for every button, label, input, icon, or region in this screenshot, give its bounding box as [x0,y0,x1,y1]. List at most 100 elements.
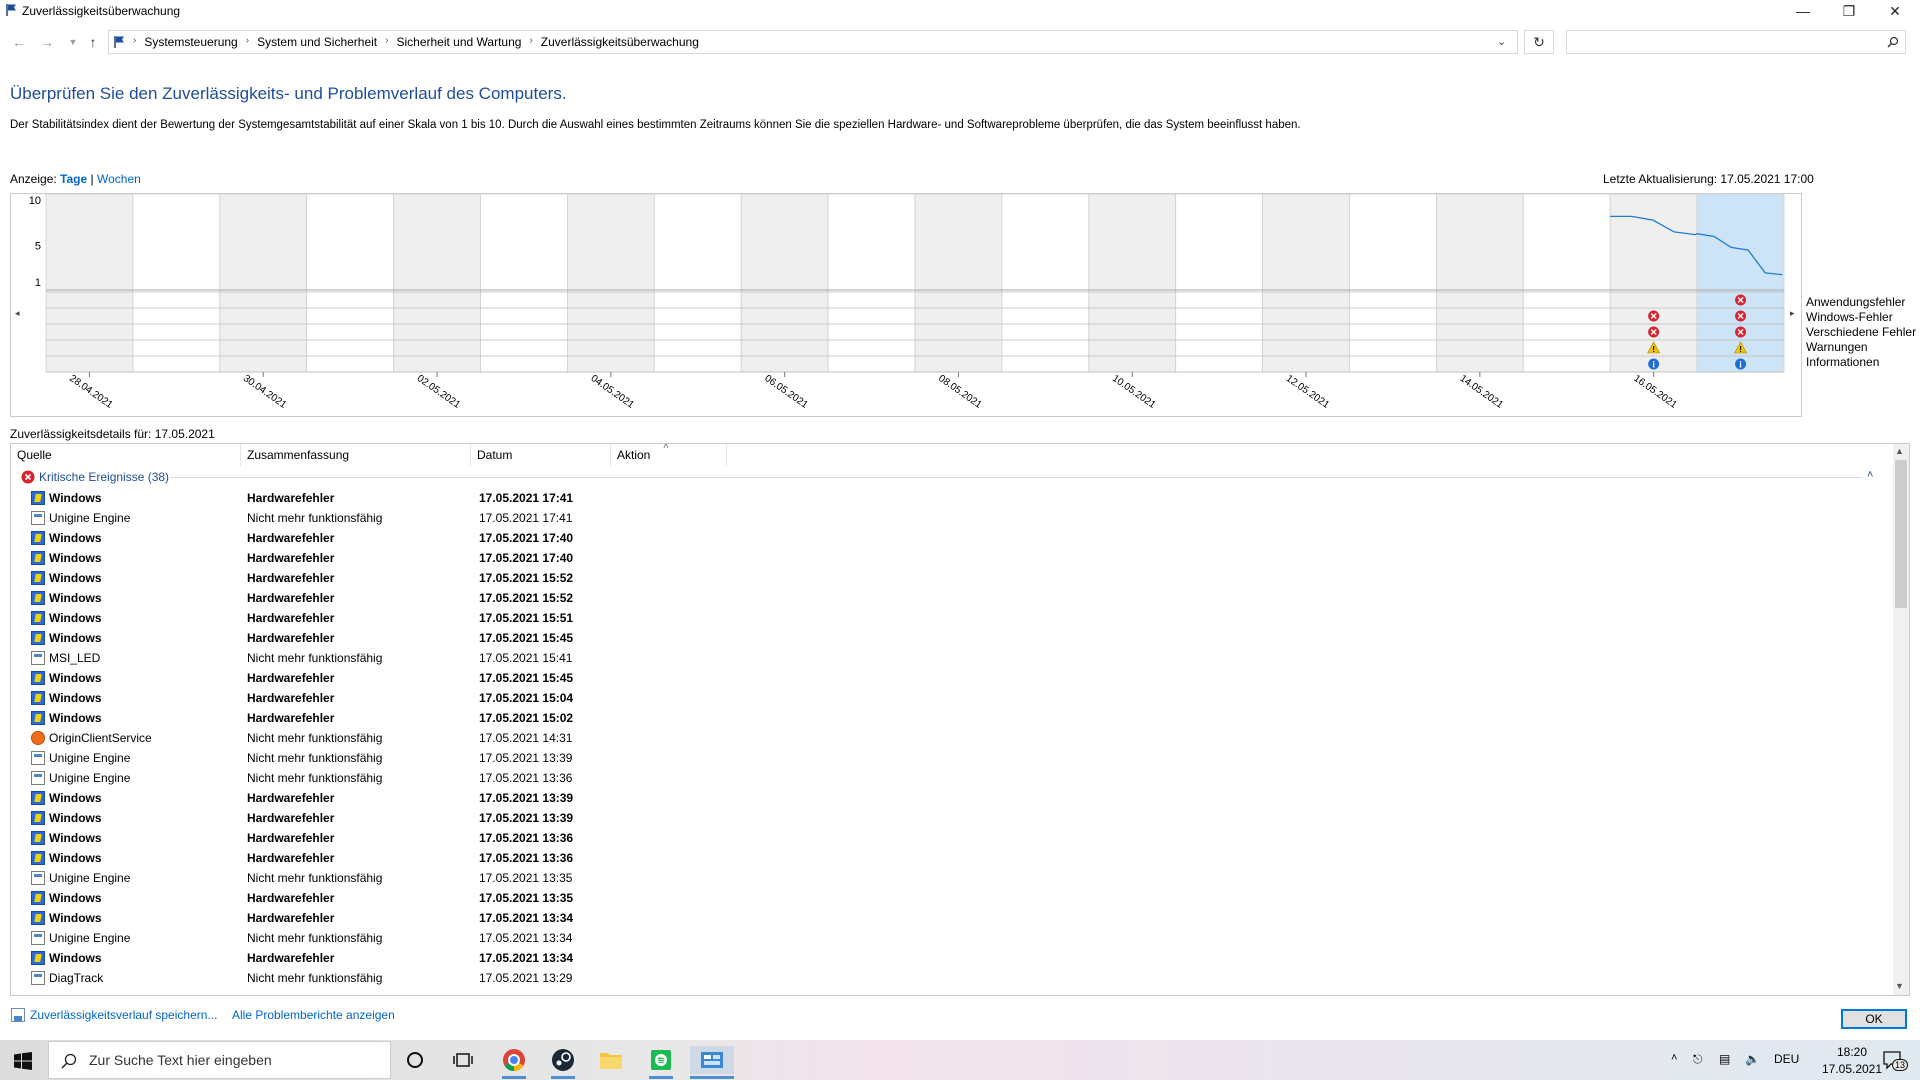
row-source: Windows [49,811,102,825]
back-arrow-icon[interactable]: ← [8,31,30,53]
column-header-datum[interactable]: Datum [471,444,611,466]
windows-icon [31,851,45,865]
file-explorer-icon[interactable] [595,1046,627,1074]
table-row[interactable]: Windows Hardwarefehler 17.05.2021 17:40 [11,528,1881,548]
breadcrumb-system-und-sicherheit[interactable]: System und Sicherheit [251,35,383,49]
scrollbar-thumb[interactable] [1895,460,1907,608]
restore-button[interactable]: ❐ [1826,0,1872,22]
address-bar[interactable]: › Systemsteuerung › System und Sicherhei… [108,30,1518,54]
warning-icon-mark: ! [1739,345,1742,354]
network-icon[interactable]: ▤ [1719,1052,1730,1066]
clock-date[interactable]: 17.05.2021 [1820,1062,1884,1076]
taskbar-search-box[interactable]: Zur Suche Text hier eingeben [48,1041,391,1079]
breadcrumb-sicherheit-und-wartung[interactable]: Sicherheit und Wartung [390,35,527,49]
column-header-aktion[interactable]: Aktion [611,444,727,466]
row-source: Unigine Engine [49,931,131,945]
windows-icon [31,711,45,725]
recent-dropdown-icon[interactable]: ▼ [62,31,84,53]
spotify-icon[interactable] [645,1046,677,1074]
cortana-icon[interactable] [399,1046,431,1074]
table-row[interactable]: DiagTrack Nicht mehr funktionsfähig 17.05.… [11,968,1881,988]
table-row[interactable]: Unigine Engine Nicht mehr funktionsfähig 1… [11,868,1881,888]
row-date: 17.05.2021 14:31 [479,731,573,745]
control-panel-taskbar-icon[interactable] [690,1046,734,1074]
windows-icon [31,491,45,505]
row-source: Windows [49,631,102,645]
row-date: 17.05.2021 13:36 [479,771,573,785]
table-row[interactable]: Windows Hardwarefehler 17.05.2021 13:36 [11,848,1881,868]
table-row[interactable]: Windows Hardwarefehler 17.05.2021 15:04 [11,688,1881,708]
row-summary: Nicht mehr funktionsfähig [247,651,383,665]
table-row[interactable]: Windows Hardwarefehler 17.05.2021 17:40 [11,548,1881,568]
table-row[interactable]: OriginClientService Nicht mehr funktionsf… [11,728,1881,748]
table-row[interactable]: MSI_LED Nicht mehr funktionsfähig 17.05.20… [11,648,1881,668]
table-row[interactable]: Unigine Engine Nicht mehr funktionsfähig 1… [11,748,1881,768]
forward-arrow-icon[interactable]: → [36,31,58,53]
group-header-critical[interactable]: Kritische Ereignisse (38) ˄ [21,467,1881,487]
column-header-zusammenfassung[interactable]: Zusammenfassung [241,444,471,466]
chevron-right-icon: › [133,35,137,46]
row-summary: Hardwarefehler [247,591,335,605]
table-row[interactable]: Windows Hardwarefehler 17.05.2021 13:34 [11,908,1881,928]
table-row[interactable]: Windows Hardwarefehler 17.05.2021 15:02 [11,708,1881,728]
stability-chart[interactable]: 10 5 1 ◂ 28.04.2021 30.04.2021 02.05.2021 04.05… [10,193,1802,417]
column-header-quelle[interactable]: Quelle [11,444,241,466]
table-row[interactable]: Windows Hardwarefehler 17.05.2021 13:36 [11,828,1881,848]
show-all-reports-link[interactable]: Alle Problemberichte anzeigen [232,1008,395,1022]
minimize-button[interactable]: — [1780,0,1826,22]
collapse-chevron-icon[interactable]: ˄ [1867,469,1873,481]
scroll-up-icon[interactable]: ▲ [1895,446,1904,456]
date-label: 28.04.2021 [67,373,115,411]
view-weeks-link[interactable]: Wochen [97,172,141,186]
breadcrumb-systemsteuerung[interactable]: Systemsteuerung [138,35,243,49]
table-row[interactable]: Windows Hardwarefehler 17.05.2021 13:39 [11,808,1881,828]
date-label: 16.05.2021 [1631,373,1679,411]
table-row[interactable]: Windows Hardwarefehler 17.05.2021 15:51 [11,608,1881,628]
network-monitor-icon[interactable]: ⎋ [1693,1052,1703,1067]
app-icon [31,651,45,665]
tray-chevron-icon[interactable]: ˄ [1671,1052,1677,1064]
close-button[interactable]: ✕ [1872,0,1918,22]
chrome-icon[interactable] [498,1046,530,1074]
scroll-down-icon[interactable]: ▼ [1895,981,1904,991]
table-row[interactable]: Windows Hardwarefehler 17.05.2021 17:41 [11,488,1881,508]
table-row[interactable]: Unigine Engine Nicht mehr funktionsfähig 1… [11,928,1881,948]
save-history-link[interactable]: Zuverlässigkeitsverlauf speichern... [30,1008,217,1022]
chart-day-column [1262,194,1350,373]
ok-button[interactable]: OK [1841,1009,1907,1029]
search-input[interactable] [1566,30,1906,54]
chart-day-column [1522,194,1611,373]
table-row[interactable]: Windows Hardwarefehler 17.05.2021 13:35 [11,888,1881,908]
view-days-link[interactable]: Tage [60,172,87,186]
volume-icon[interactable]: 🔈 [1745,1052,1760,1066]
y-tick-label: 5 [35,241,41,253]
date-label: 02.05.2021 [415,373,463,411]
table-row[interactable]: Windows Hardwarefehler 17.05.2021 15:52 [11,568,1881,588]
breadcrumb-zuverlaessigkeit[interactable]: Zuverlässigkeitsüberwachung [535,35,705,49]
table-row[interactable]: Windows Hardwarefehler 17.05.2021 13:34 [11,948,1881,968]
row-summary: Hardwarefehler [247,791,335,805]
row-source: Windows [49,851,102,865]
table-row[interactable]: Windows Hardwarefehler 17.05.2021 15:45 [11,628,1881,648]
row-date: 17.05.2021 13:34 [479,951,574,965]
refresh-button[interactable]: ↻ [1524,30,1554,54]
table-row[interactable]: Unigine Engine Nicht mehr funktionsfähig 1… [11,508,1881,528]
table-row[interactable]: Windows Hardwarefehler 17.05.2021 15:52 [11,588,1881,608]
row-summary: Hardwarefehler [247,611,335,625]
chart-day-column [1175,194,1263,373]
search-icon [61,1053,77,1069]
app-icon [31,771,45,785]
language-indicator[interactable]: DEU [1774,1052,1799,1066]
table-row[interactable]: Unigine Engine Nicht mehr funktionsfähig 1… [11,768,1881,788]
notification-center-icon[interactable]: 13 [1882,1049,1909,1071]
up-arrow-icon[interactable]: ↑ [82,31,104,53]
table-row[interactable]: Windows Hardwarefehler 17.05.2021 13:39 [11,788,1881,808]
task-view-icon[interactable] [447,1046,479,1074]
windows-start-icon[interactable] [14,1052,32,1070]
table-row[interactable]: Windows Hardwarefehler 17.05.2021 15:45 [11,668,1881,688]
clock-time[interactable]: 18:20 [1820,1045,1884,1059]
chevron-down-icon[interactable]: ⌄ [1497,35,1506,48]
steam-icon[interactable] [547,1046,579,1074]
row-summary: Hardwarefehler [247,631,335,645]
legend-anwendungsfehler: Anwendungsfehler [1806,295,1906,309]
